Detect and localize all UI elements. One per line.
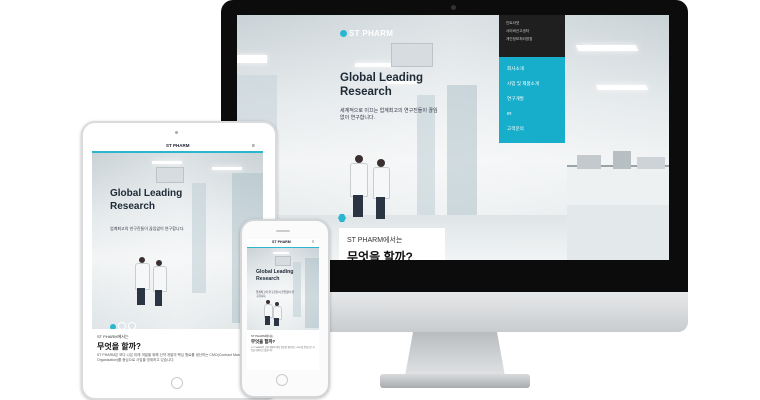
phone-hero	[247, 248, 319, 330]
phone-hero-subtitle: 업계최고의 연구진들이 끊임없이 연구합니다.	[256, 291, 294, 298]
intro-card: ST PHARM에서는 무엇을 할까?	[339, 228, 445, 260]
phone-section-title: 무엇을 할까?	[251, 339, 276, 344]
intro-card-title: 무엇을 할까?	[347, 250, 413, 260]
researcher-figure	[273, 302, 282, 327]
phone-section-body: ST PHARM은 신약 개발의 핵심 원료를 생산하는 CMO를 중심으로 사…	[251, 347, 315, 352]
nav-item-contact[interactable]: 고객문의	[507, 126, 565, 132]
site-logo[interactable]: ST PHARM	[340, 29, 393, 38]
main-nav: 회사소개 사업 및 제품소개 연구개발 IR 고객문의	[499, 57, 565, 143]
utility-link-report[interactable]: 사이버신고센터	[506, 27, 565, 35]
ipad-camera-icon	[175, 131, 178, 134]
tablet-section-kicker: ST PHARM에서는	[97, 334, 129, 339]
nav-item-ir[interactable]: IR	[507, 111, 565, 117]
tablet-intro-section: ST PHARM에서는 무엇을 할까? ST PHARM은 보다 나은 미래 개…	[92, 329, 263, 370]
nav-item-business[interactable]: 사업 및 제품소개	[507, 81, 565, 87]
hamburger-menu-icon[interactable]: ≡	[312, 239, 314, 244]
phone-intro-section: ST PHARM에서는 무엇을 할까? ST PHARM은 신약 개발의 핵심 …	[247, 330, 319, 370]
intro-card-kicker: ST PHARM에서는	[347, 237, 403, 244]
tablet-section-title: 무엇을 할까?	[97, 342, 141, 351]
utility-link-intranet[interactable]: 인트라넷	[506, 19, 565, 27]
researcher-figure	[349, 155, 369, 220]
iphone-speaker	[276, 230, 290, 232]
tablet-logo[interactable]: ST PHARM	[166, 143, 190, 148]
ipad-home-button[interactable]	[171, 377, 183, 389]
hamburger-menu-icon[interactable]: ≡	[252, 143, 255, 149]
researcher-figure	[134, 257, 150, 307]
tablet-site-screen: ST PHARM ≡ Global Leading Research 업계최고의…	[92, 141, 263, 370]
nav-item-rnd[interactable]: 연구개발	[507, 96, 565, 102]
hero-title: Global Leading Research	[340, 72, 424, 98]
logo-mark-icon	[340, 30, 347, 37]
tablet-hero-subtitle: 업계최고의 연구진들이 끊임없이 연구합니다.	[110, 226, 185, 231]
imac-stand	[405, 332, 505, 376]
utility-link-privacy[interactable]: 개인정보처리방침	[506, 35, 565, 43]
hero-subtitle: 세계적으로 이끄는 업계최고의 연구진들이 끊임없이 연구합니다.	[340, 108, 438, 121]
nav-item-company[interactable]: 회사소개	[507, 66, 565, 72]
phone-hero-title: Global Leading Research	[256, 269, 294, 282]
tablet-section-body: ST PHARM은 보다 나은 미래 개발을 위해 신약 개발의 핵심 원료를 …	[97, 353, 256, 362]
iphone-home-button[interactable]	[276, 374, 288, 386]
imac-base	[380, 374, 530, 388]
researcher-figure	[264, 300, 273, 326]
utility-links: 인트라넷 사이버신고센터 개인정보처리방침	[499, 15, 565, 57]
camera-icon	[451, 5, 456, 10]
researcher-figure	[372, 159, 390, 221]
phone-site-screen: ST PHARM ≡ Global Leading Research 업계최고의…	[247, 239, 319, 370]
phone-logo[interactable]: ST PHARM	[272, 240, 291, 244]
tablet-hero-title: Global Leading Research	[110, 188, 183, 212]
tablet-hero	[92, 153, 263, 329]
phone-section-kicker: ST PHARM에서는	[251, 334, 274, 338]
researcher-figure	[152, 260, 167, 308]
